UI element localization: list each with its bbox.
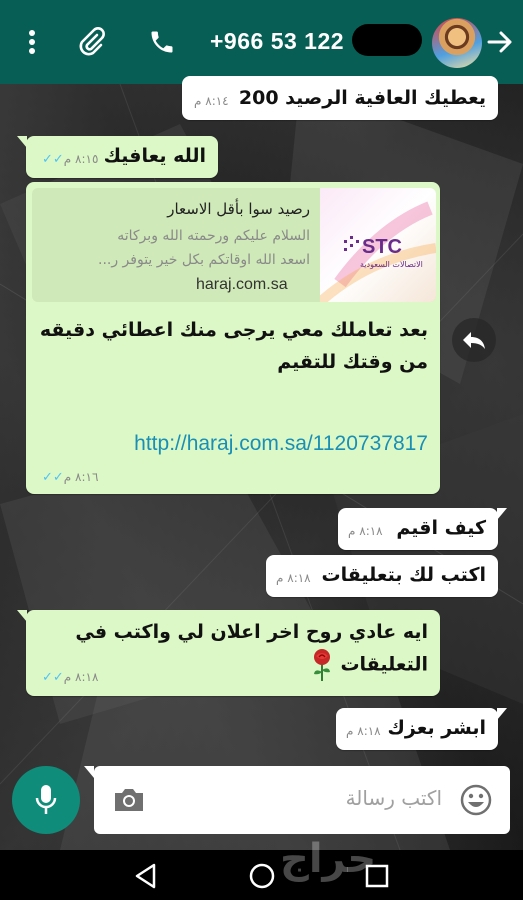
reply-button[interactable] bbox=[452, 318, 496, 362]
camera-icon[interactable] bbox=[112, 786, 146, 818]
contact-name[interactable]: +966 53 122 bbox=[210, 28, 344, 55]
stc-logo-subtext: الاتصالات السعودية bbox=[360, 260, 423, 269]
attach-icon[interactable] bbox=[74, 24, 110, 60]
message-outgoing-link[interactable]: STC الاتصالات السعودية رصيد سوا بأقل الا… bbox=[26, 182, 440, 494]
message-line: التعليقات bbox=[75, 648, 428, 682]
message-time: ٨:١٨ م bbox=[276, 571, 311, 585]
message-text: اكتب لك بتعليقات bbox=[321, 564, 486, 586]
system-navbar: حراج bbox=[0, 836, 523, 900]
link-preview[interactable]: STC الاتصالات السعودية رصيد سوا بأقل الا… bbox=[32, 188, 436, 302]
mic-icon bbox=[35, 785, 57, 814]
message-meta: ٨:١٨ م✓✓ bbox=[36, 670, 98, 685]
message-outgoing[interactable]: ايه عادي روح اخر اعلان لي واكتب في التعل… bbox=[17, 610, 440, 696]
message-text: يعطيك العافية الرصيد 200 bbox=[238, 87, 486, 109]
bubble-tail bbox=[17, 136, 27, 148]
link-preview-thumbnail: STC الاتصالات السعودية bbox=[320, 188, 436, 302]
message-incoming[interactable]: كيف اقيم ٨:١٨ م bbox=[338, 508, 507, 550]
message-incoming[interactable]: ابشر بعزك ٨:١٨ م bbox=[336, 708, 507, 750]
message-text: بعد تعاملك معي يرجى منك اعطائي دقيقه من … bbox=[40, 314, 428, 378]
message-time: ٨:١٨ م bbox=[348, 524, 383, 538]
avatar[interactable] bbox=[432, 18, 482, 68]
message-line: من وقتك للتقيم bbox=[277, 351, 428, 373]
message-line: بعد تعاملك معي يرجى منك اعطائي دقيقه bbox=[39, 319, 428, 341]
message-time: ٨:١٨ م bbox=[346, 724, 381, 738]
message-line-text: التعليقات bbox=[340, 653, 428, 676]
bubble-tail bbox=[17, 610, 27, 622]
message-text: ابشر بعزك bbox=[387, 717, 486, 739]
message-time: ٨:١٤ م bbox=[194, 94, 229, 108]
nav-back-icon[interactable] bbox=[132, 862, 160, 894]
message-text: كيف اقيم bbox=[396, 517, 486, 539]
message-outgoing[interactable]: الله يعافيك ٨:١٥ م✓✓ bbox=[17, 136, 218, 178]
message-link[interactable]: http://haraj.com.sa/1120737817 bbox=[134, 432, 428, 456]
input-tail bbox=[84, 766, 94, 778]
mic-button[interactable] bbox=[12, 766, 80, 834]
double-check-icon: ✓✓ bbox=[42, 152, 68, 167]
more-vert-icon[interactable] bbox=[14, 24, 50, 60]
message-input[interactable]: اكتب رسالة bbox=[84, 766, 510, 834]
link-preview-title: رصيد سوا بأقل الاسعار bbox=[167, 200, 310, 218]
emoji-icon[interactable] bbox=[460, 784, 492, 820]
watermark: حراج bbox=[280, 836, 377, 882]
message-meta: ٨:١٦ م✓✓ bbox=[36, 470, 98, 485]
message-meta: ٨:١٥ م✓✓ bbox=[36, 152, 98, 167]
redaction-mark bbox=[352, 24, 422, 56]
message-time: ٨:١٦ م bbox=[63, 470, 99, 484]
phone-icon[interactable] bbox=[144, 24, 180, 60]
back-arrow-icon[interactable] bbox=[482, 24, 518, 60]
message-time: ٨:١٥ م bbox=[63, 152, 99, 166]
double-check-icon: ✓✓ bbox=[42, 670, 68, 685]
message-time: ٨:١٨ م bbox=[63, 670, 99, 684]
preview-desc-line: اسعد الله اوقاتكم بكل خير يتوفر ر... bbox=[98, 252, 310, 268]
link-preview-description: السلام عليكم ورحمته الله وبركاته اسعد ال… bbox=[40, 224, 310, 272]
chat-header: +966 53 122 bbox=[0, 0, 523, 84]
stc-logo-text: STC bbox=[362, 236, 402, 258]
double-check-icon: ✓✓ bbox=[42, 470, 68, 485]
preview-desc-line: السلام عليكم ورحمته الله وبركاته bbox=[117, 228, 310, 244]
message-text: الله يعافيك bbox=[103, 145, 206, 167]
bubble-tail bbox=[497, 508, 507, 520]
message-incoming[interactable]: اكتب لك بتعليقات ٨:١٨ م bbox=[266, 555, 498, 597]
message-line: ايه عادي روح اخر اعلان لي واكتب في bbox=[75, 621, 428, 643]
rose-icon bbox=[310, 649, 334, 681]
message-incoming[interactable]: يعطيك العافية الرصيد 200 ٨:١٤ م bbox=[182, 76, 498, 120]
message-text: ايه عادي روح اخر اعلان لي واكتب في التعل… bbox=[75, 616, 428, 682]
nav-home-icon[interactable] bbox=[247, 861, 277, 895]
bubble-tail bbox=[497, 708, 507, 720]
link-preview-domain: haraj.com.sa bbox=[196, 276, 288, 293]
message-input-placeholder: اكتب رسالة bbox=[345, 786, 442, 810]
